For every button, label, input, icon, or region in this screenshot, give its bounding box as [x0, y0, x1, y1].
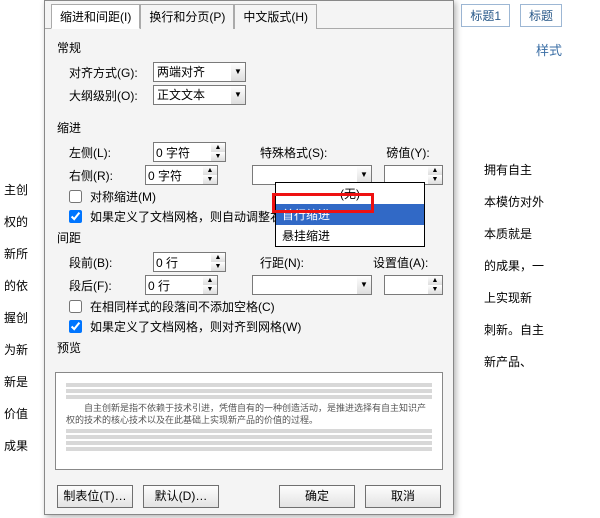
- chevron-down-icon[interactable]: ▼: [231, 62, 246, 82]
- style-chip-2[interactable]: 标题: [520, 4, 562, 27]
- spin-down-icon[interactable]: ▼: [211, 152, 225, 161]
- tab-line-page-breaks[interactable]: 换行和分页(P): [140, 4, 234, 29]
- spacing-at-input[interactable]: ▲▼: [384, 275, 443, 295]
- indent-right-input[interactable]: ▲▼: [145, 165, 218, 185]
- grid-indent-checkbox[interactable]: [69, 210, 82, 223]
- dropdown-option-first-line[interactable]: 首行缩进: [276, 204, 424, 225]
- alignment-select[interactable]: 两端对齐▼: [153, 62, 246, 82]
- dropdown-option-none[interactable]: (无): [276, 183, 424, 204]
- spin-up-icon[interactable]: ▲: [203, 276, 217, 285]
- dialog-button-bar: 制表位(T)… 默认(D)… 确定 取消: [45, 485, 453, 508]
- label-indent-by: 磅值(Y):: [386, 144, 429, 161]
- no-space-same-style-checkbox[interactable]: [69, 300, 82, 313]
- label-line-spacing: 行距(N):: [260, 254, 304, 271]
- label-snap-to-grid: 如果定义了文档网格，则对齐到网格(W): [90, 318, 301, 335]
- tabs-button[interactable]: 制表位(T)…: [57, 485, 133, 508]
- styles-group-label: 样式: [536, 40, 562, 59]
- label-space-after: 段后(F):: [69, 277, 141, 294]
- preview-box: 自主创新是指不依赖于技术引进，凭借自有的一种创造活动，是推进选择有自主知识产权的…: [55, 372, 443, 470]
- snap-to-grid-checkbox[interactable]: [69, 320, 82, 333]
- spin-up-icon[interactable]: ▲: [428, 166, 442, 175]
- spin-down-icon[interactable]: ▼: [428, 175, 442, 184]
- tab-indent-spacing[interactable]: 缩进和间距(I): [51, 4, 140, 29]
- group-general: 常规: [57, 39, 443, 56]
- spin-up-icon[interactable]: ▲: [203, 166, 217, 175]
- chevron-down-icon[interactable]: ▼: [231, 85, 246, 105]
- spin-up-icon[interactable]: ▲: [428, 276, 442, 285]
- spin-down-icon[interactable]: ▼: [428, 285, 442, 294]
- line-spacing-select[interactable]: ▼: [252, 275, 372, 295]
- background-doc-right: 拥有自主本模仿对外本质就是的成果，一上实现新刺新。自主新产品、: [480, 150, 600, 382]
- space-after-input[interactable]: ▲▼: [145, 275, 218, 295]
- spin-down-icon[interactable]: ▼: [203, 285, 217, 294]
- spin-down-icon[interactable]: ▼: [211, 262, 225, 271]
- space-before-input[interactable]: ▲▼: [153, 252, 226, 272]
- label-spacing-at: 设置值(A):: [373, 254, 428, 271]
- chevron-down-icon[interactable]: ▼: [357, 275, 372, 295]
- label-mirror-indent: 对称缩进(M): [90, 188, 156, 205]
- group-preview: 预览: [57, 339, 443, 356]
- dialog-tabs: 缩进和间距(I) 换行和分页(P) 中文版式(H): [45, 1, 453, 29]
- cancel-button[interactable]: 取消: [365, 485, 441, 508]
- label-indent-right: 右侧(R):: [69, 167, 141, 184]
- ok-button[interactable]: 确定: [279, 485, 355, 508]
- style-chip-1[interactable]: 标题1: [461, 4, 510, 27]
- label-no-space-same-style: 在相同样式的段落间不添加空格(C): [90, 298, 275, 315]
- paragraph-dialog: 缩进和间距(I) 换行和分页(P) 中文版式(H) 常规 对齐方式(G): 两端…: [44, 0, 454, 515]
- label-alignment: 对齐方式(G):: [69, 64, 149, 81]
- group-indent: 缩进: [57, 119, 443, 136]
- spin-up-icon[interactable]: ▲: [211, 253, 225, 262]
- label-indent-left: 左侧(L):: [69, 144, 149, 161]
- indent-left-input[interactable]: ▲▼: [153, 142, 226, 162]
- label-special-indent: 特殊格式(S):: [260, 144, 327, 161]
- label-outline-level: 大纲级别(O):: [69, 87, 149, 104]
- spin-up-icon[interactable]: ▲: [211, 143, 225, 152]
- label-space-before: 段前(B):: [69, 254, 149, 271]
- special-indent-dropdown[interactable]: (无) 首行缩进 悬挂缩进: [275, 182, 425, 247]
- preview-sample-text: 自主创新是指不依赖于技术引进，凭借自有的一种创造活动，是推进选择有自主知识产权的…: [66, 402, 432, 426]
- spin-down-icon[interactable]: ▼: [203, 175, 217, 184]
- dropdown-option-hanging[interactable]: 悬挂缩进: [276, 225, 424, 246]
- tab-asian-typography[interactable]: 中文版式(H): [234, 4, 317, 29]
- default-button[interactable]: 默认(D)…: [143, 485, 219, 508]
- mirror-indent-checkbox[interactable]: [69, 190, 82, 203]
- outline-level-select[interactable]: 正文文本▼: [153, 85, 246, 105]
